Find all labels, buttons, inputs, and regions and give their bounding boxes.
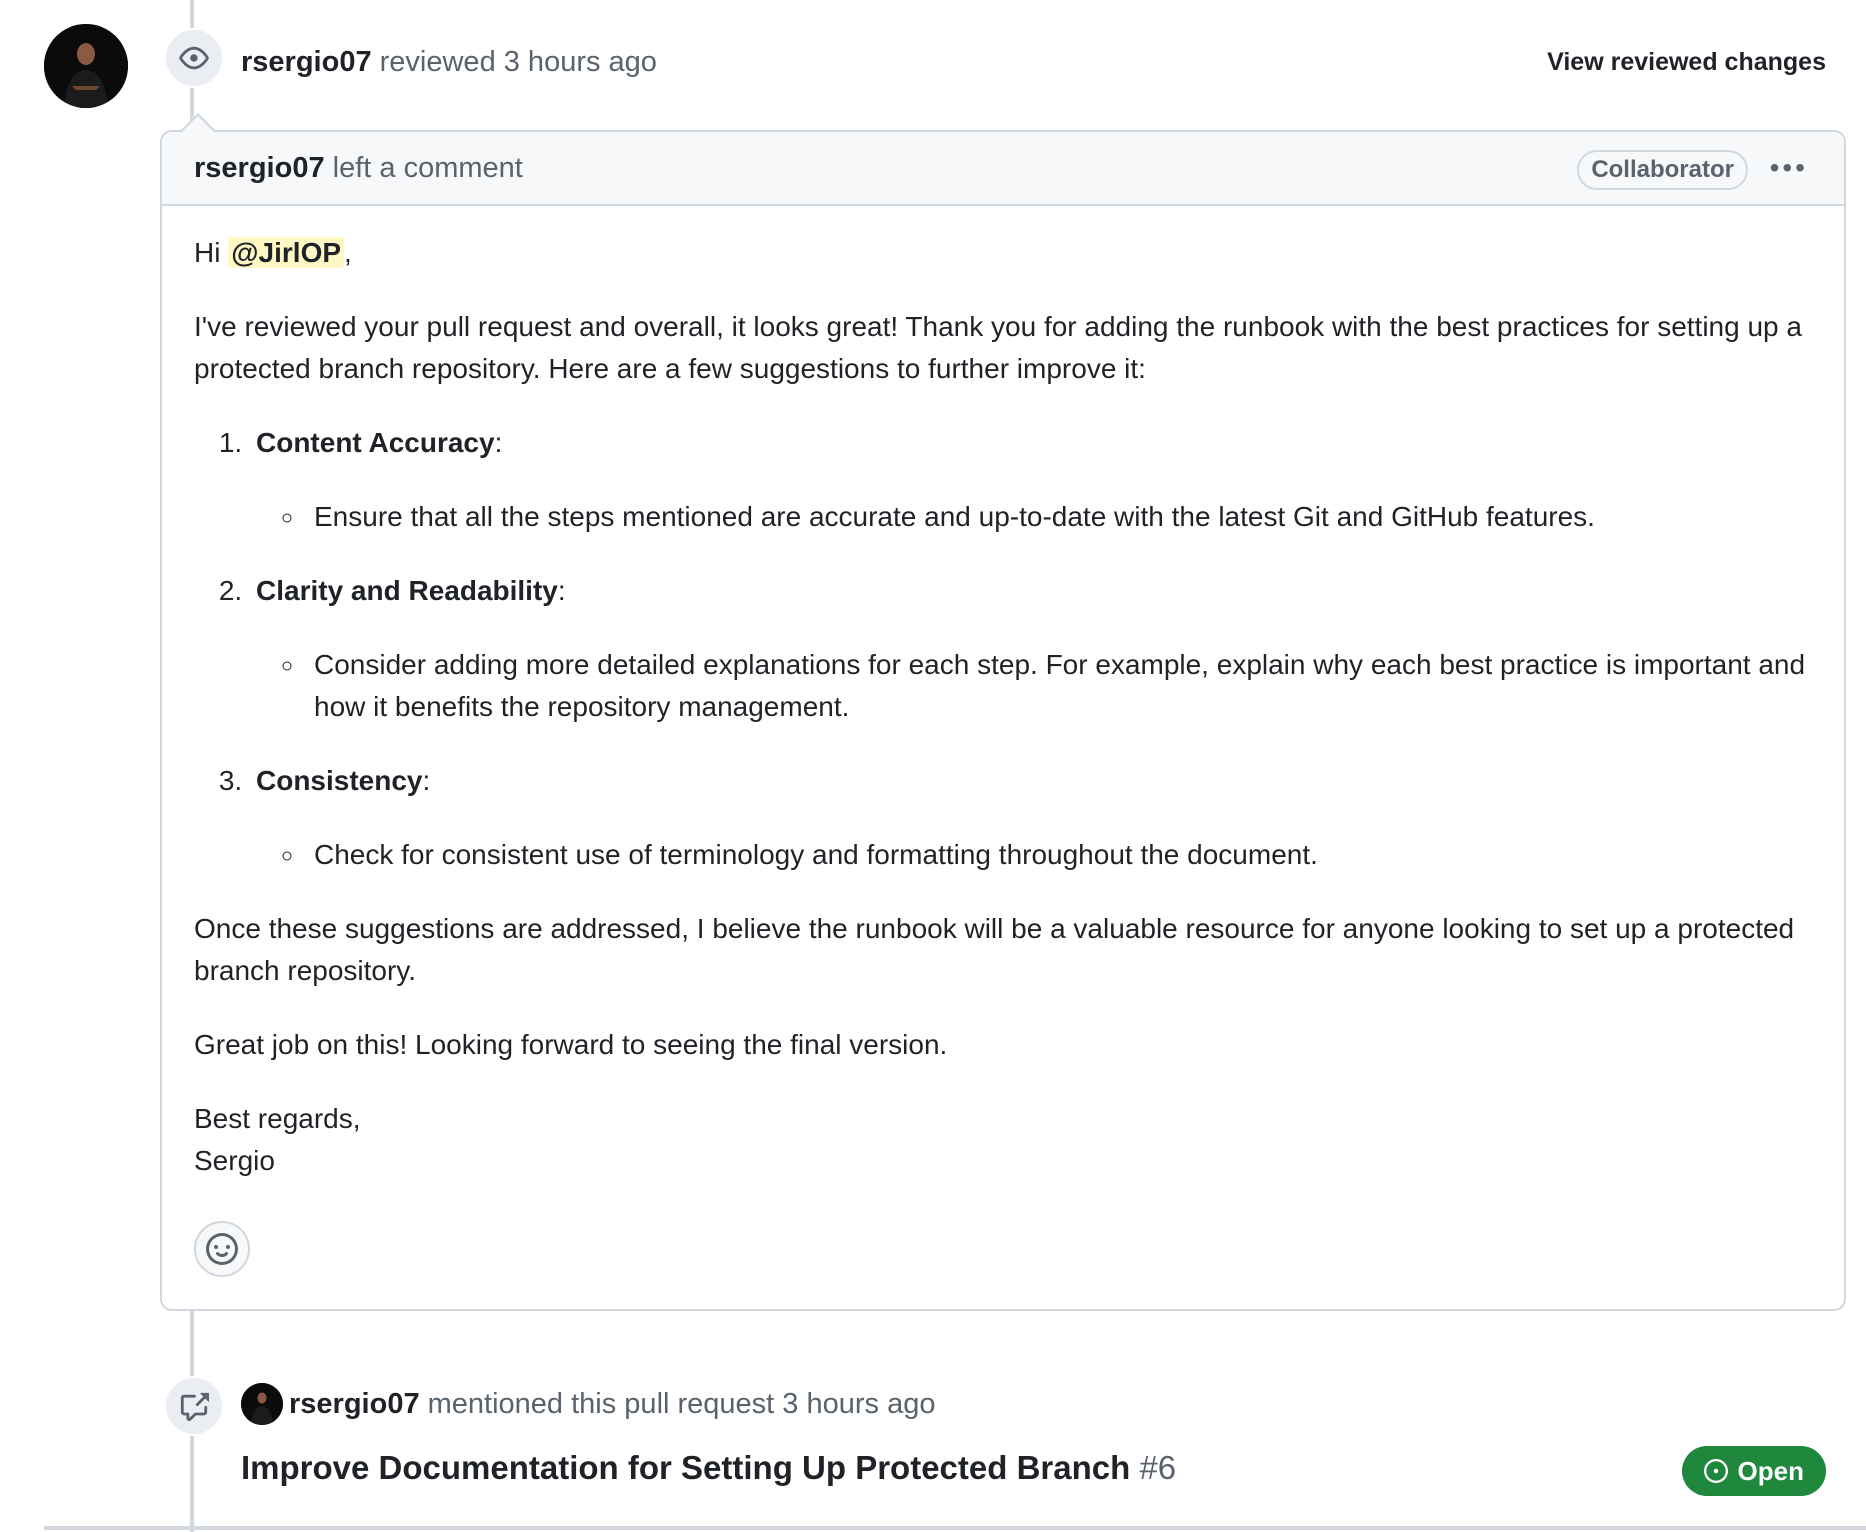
intro-paragraph: I've reviewed your pull request and over… [194,311,1802,384]
referenced-pr-title[interactable]: Improve Documentation for Setting Up Pro… [241,1449,1130,1486]
status-label: Open [1737,1455,1804,1486]
mention-timestamp[interactable]: 3 hours ago [782,1382,935,1426]
signature-block: Best regards, Sergio [194,1098,1812,1182]
person-avatar-icon [44,24,128,108]
review-header: rsergio07 reviewed 3 hours ago [241,40,657,84]
thanks-paragraph: Great job on this! Looking forward to se… [194,1029,948,1060]
greeting-suffix: , [344,237,352,268]
comment-header: rsergio07 left a comment Collaborator ••… [162,132,1844,206]
suggestion-detail-list: Ensure that all the steps mentioned are … [256,496,1812,538]
suggestion-detail: Consider adding more detailed explanatio… [306,644,1812,728]
pr-status-badge: Open [1681,1446,1826,1496]
comment-body: Hi @JirlOP, I've reviewed your pull requ… [162,206,1844,1182]
suggestion-title: Content Accuracy [256,427,495,458]
kebab-horizontal-icon[interactable]: ••• [1770,154,1808,182]
mention-event-header: rsergio07 mentioned this pull request 3 … [241,1382,935,1426]
review-timestamp[interactable]: 3 hours ago [504,46,657,78]
review-event-badge [164,28,224,88]
suggestion-title: Clarity and Readability [256,575,558,606]
issue-opened-icon [1703,1459,1728,1483]
greeting-text: Hi [194,237,229,268]
suggestion-detail: Ensure that all the steps mentioned are … [306,496,1812,538]
smiley-icon [206,1233,238,1265]
signature-text: Sergio [194,1145,275,1176]
eye-icon [179,46,209,70]
greeting: Hi @JirlOP, [194,232,1812,274]
mention-author-avatar[interactable] [241,1383,283,1425]
timeline-divider [44,1526,1866,1530]
user-mention-link[interactable]: @JirlOP [228,237,345,268]
review-comment: rsergio07 left a comment Collaborator ••… [160,130,1846,1311]
cross-reference-event-badge [164,1376,224,1436]
referenced-pr-link[interactable]: Improve Documentation for Setting Up Pro… [241,1444,1176,1492]
person-avatar-icon [241,1383,283,1425]
suggestion-detail-list: Check for consistent use of terminology … [256,834,1812,876]
reviewer-avatar[interactable] [44,24,128,108]
review-action-text: reviewed [371,46,504,78]
suggestions-list: Content Accuracy: Ensure that all the st… [194,422,1812,876]
suggestion-title: Consistency [256,765,423,796]
suggestion-item: Clarity and Readability: Consider adding… [250,570,1812,728]
comment-action-text: left a comment [324,151,523,184]
mention-author-link[interactable]: rsergio07 [289,1382,420,1426]
cross-reference-icon [180,1392,209,1421]
add-reaction-button[interactable] [194,1221,250,1277]
closing-paragraph: Once these suggestions are addressed, I … [194,913,1795,986]
view-reviewed-changes-link[interactable]: View reviewed changes [1547,42,1826,82]
review-author-link[interactable]: rsergio07 [241,46,372,78]
suggestion-item: Content Accuracy: Ensure that all the st… [250,422,1812,538]
signoff-text: Best regards, [194,1103,361,1134]
comment-author-link[interactable]: rsergio07 [194,152,325,185]
suggestion-item: Consistency: Check for consistent use of… [250,760,1812,876]
mention-action-text: mentioned this pull request [419,1388,783,1420]
suggestion-detail-list: Consider adding more detailed explanatio… [256,644,1812,728]
referenced-pr-number[interactable]: #6 [1139,1449,1176,1486]
suggestion-detail: Check for consistent use of terminology … [306,834,1812,876]
collaborator-badge: Collaborator [1577,150,1748,190]
